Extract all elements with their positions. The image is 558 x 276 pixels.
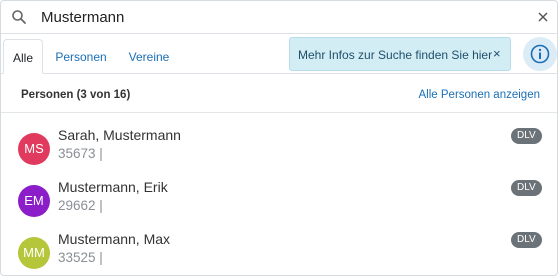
info-banner-text[interactable]: Mehr Infos zur Suche finden Sie hier: [298, 48, 492, 62]
result-item[interactable]: EM Mustermann, Erik 29662 | DLV: [1, 177, 557, 229]
result-item[interactable]: MM Mustermann, Max 33525 | DLV: [1, 229, 557, 275]
result-name: Mustermann, Erik: [58, 179, 168, 195]
info-icon: [530, 44, 550, 64]
search-icon: [12, 10, 26, 24]
tab-alle[interactable]: Alle: [3, 39, 43, 74]
status-badge: DLV: [511, 128, 542, 144]
info-button[interactable]: [523, 37, 557, 71]
search-panel: Alle Personen Vereine Mehr Infos zur Suc…: [0, 0, 558, 276]
show-all-persons-link[interactable]: Alle Personen anzeigen: [419, 89, 540, 101]
avatar: EM: [18, 185, 50, 217]
info-banner[interactable]: Mehr Infos zur Suche finden Sie hier ×: [289, 37, 511, 71]
tab-bar: Alle Personen Vereine Mehr Infos zur Suc…: [1, 34, 557, 74]
tab-personen[interactable]: Personen: [49, 39, 113, 74]
section-title: Personen (3 von 16): [21, 89, 131, 101]
status-badge: DLV: [511, 232, 542, 248]
result-item[interactable]: MS Sarah, Mustermann 35673 | DLV: [1, 125, 557, 177]
avatar: MM: [18, 237, 50, 269]
avatar: MS: [18, 133, 50, 165]
result-name: Mustermann, Max: [58, 231, 171, 247]
result-id: 35673 |: [58, 146, 103, 161]
search-input[interactable]: [41, 5, 521, 29]
status-badge: DLV: [511, 180, 542, 196]
result-id: 29662 |: [58, 198, 103, 213]
result-name: Sarah, Mustermann: [58, 127, 181, 143]
result-id: 33525 |: [58, 250, 103, 265]
close-icon[interactable]: [537, 11, 549, 23]
section-header: Personen (3 von 16) Alle Personen anzeig…: [1, 75, 557, 113]
tab-vereine[interactable]: Vereine: [119, 39, 179, 74]
search-bar: [1, 1, 557, 34]
banner-close-icon[interactable]: ×: [493, 46, 501, 61]
